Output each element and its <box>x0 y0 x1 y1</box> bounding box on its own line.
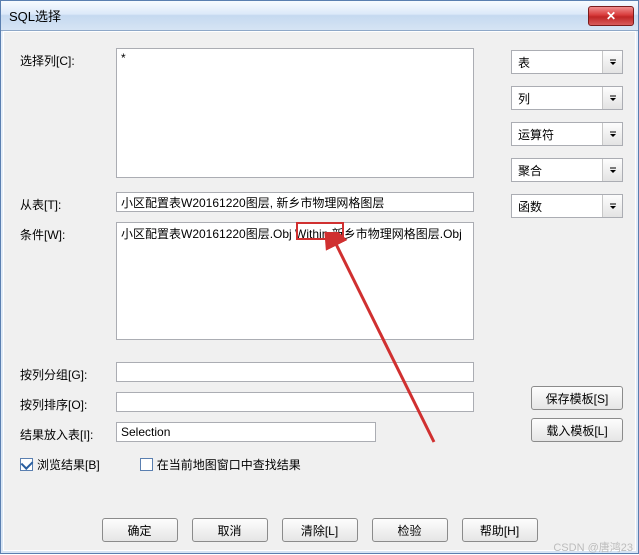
browse-result-check[interactable]: 浏览结果[B] <box>20 456 100 473</box>
bottom-buttons: 确定 取消 清除[L] 检验 帮助[H] <box>4 518 635 542</box>
combo-aggregate[interactable]: 聚合 <box>511 158 623 182</box>
group-by-input[interactable] <box>116 362 474 382</box>
titlebar: SQL选择 ✕ <box>1 1 638 31</box>
right-dropdowns: 表 列 运算符 聚合 函数 <box>511 50 623 218</box>
label-group-by: 按列分组[G]: <box>4 362 116 383</box>
verify-button[interactable]: 检验 <box>372 518 448 542</box>
label-from-table: 从表[T]: <box>4 192 116 213</box>
watermark: CSDN @唐鸿23 <box>553 539 633 555</box>
combo-column-label: 列 <box>518 90 530 107</box>
combo-operator-label: 运算符 <box>518 126 554 143</box>
chevron-down-icon <box>602 51 622 73</box>
combo-table[interactable]: 表 <box>511 50 623 74</box>
label-select-col: 选择列[C]: <box>4 48 116 69</box>
close-button[interactable]: ✕ <box>588 6 634 26</box>
combo-aggregate-label: 聚合 <box>518 162 542 179</box>
dialog-body: 选择列[C]: 从表[T]: 条件[W]: 按列分组[G]: 按列排序[O]: … <box>3 31 636 551</box>
combo-operator[interactable]: 运算符 <box>511 122 623 146</box>
checkbox-icon <box>140 458 153 471</box>
order-by-input[interactable] <box>116 392 474 412</box>
label-where: 条件[W]: <box>4 222 116 243</box>
find-in-current-check[interactable]: 在当前地图窗口中查找结果 <box>140 456 301 473</box>
cancel-button[interactable]: 取消 <box>192 518 268 542</box>
save-template-button[interactable]: 保存模板[S] <box>531 386 623 410</box>
combo-function-label: 函数 <box>518 198 542 215</box>
browse-result-label: 浏览结果[B] <box>37 456 100 473</box>
window-title: SQL选择 <box>9 6 61 25</box>
label-into-table: 结果放入表[I]: <box>4 422 116 443</box>
combo-table-label: 表 <box>518 54 530 71</box>
checkbox-icon <box>20 458 33 471</box>
combo-column[interactable]: 列 <box>511 86 623 110</box>
chevron-down-icon <box>602 123 622 145</box>
clear-button[interactable]: 清除[L] <box>282 518 358 542</box>
ok-button[interactable]: 确定 <box>102 518 178 542</box>
help-button[interactable]: 帮助[H] <box>462 518 538 542</box>
chevron-down-icon <box>602 195 622 217</box>
chevron-down-icon <box>602 87 622 109</box>
window: SQL选择 ✕ 选择列[C]: 从表[T]: 条件[W]: 按列分组[G]: 按… <box>0 0 639 554</box>
chevron-down-icon <box>602 159 622 181</box>
combo-function[interactable]: 函数 <box>511 194 623 218</box>
from-table-input[interactable] <box>116 192 474 212</box>
load-template-button[interactable]: 载入模板[L] <box>531 418 623 442</box>
close-icon: ✕ <box>606 9 616 23</box>
find-in-current-label: 在当前地图窗口中查找结果 <box>157 456 301 473</box>
select-col-input[interactable] <box>116 48 474 178</box>
into-table-input[interactable] <box>116 422 376 442</box>
label-order-by: 按列排序[O]: <box>4 392 116 413</box>
where-input[interactable] <box>116 222 474 340</box>
